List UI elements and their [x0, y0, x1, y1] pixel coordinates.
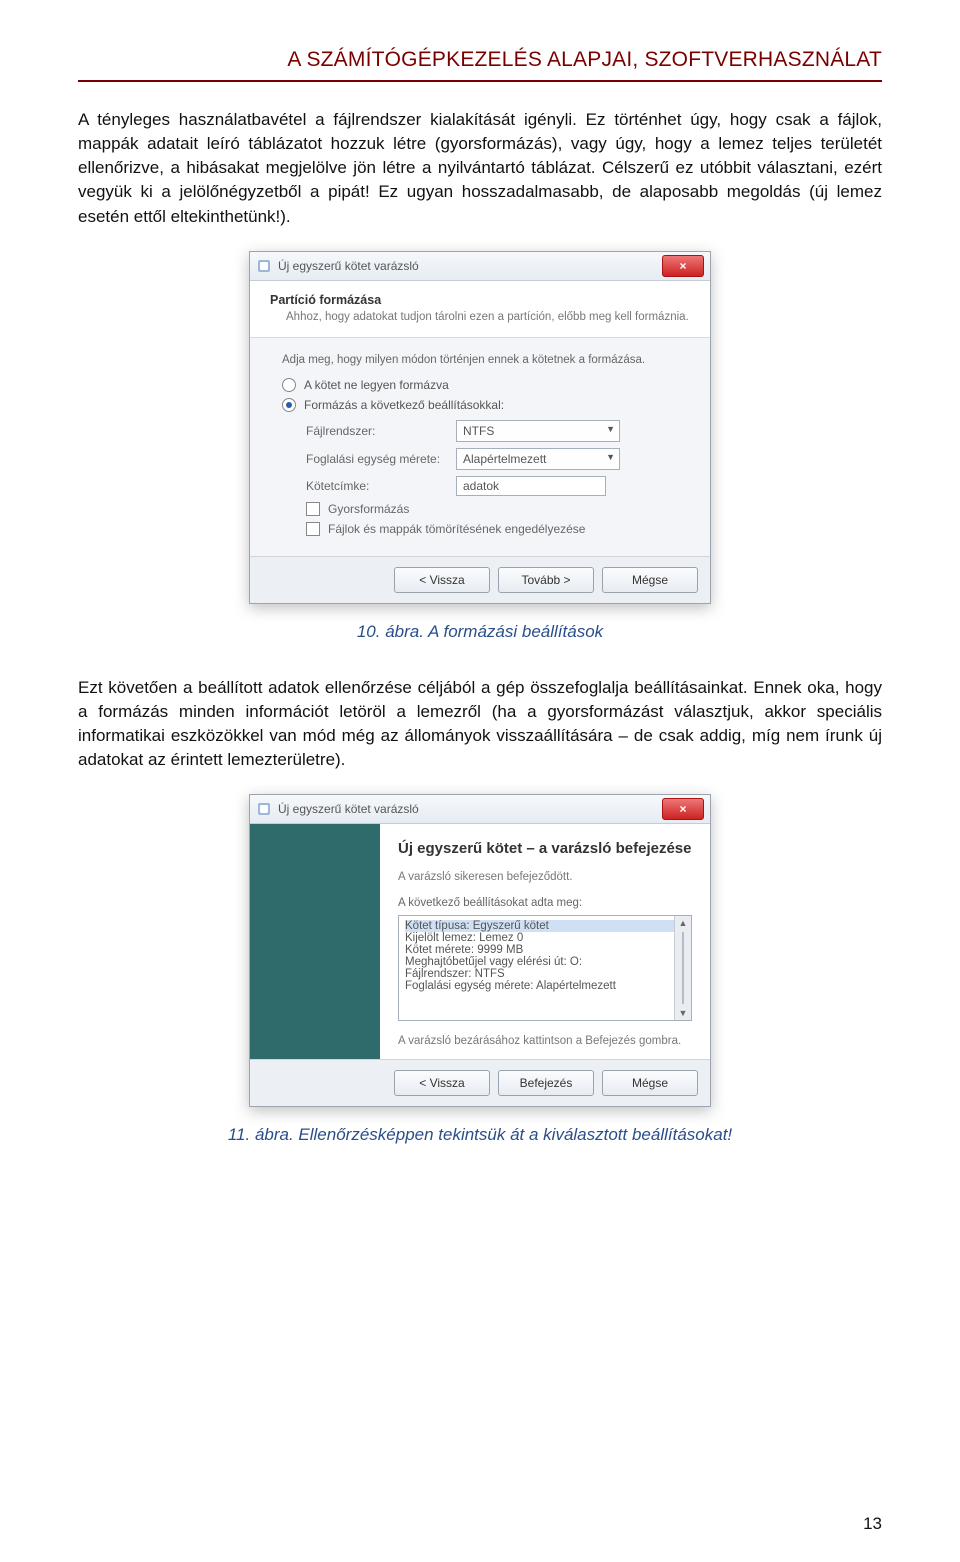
close-icon: ×	[679, 802, 686, 816]
scrollbar[interactable]: ▲ ▼	[674, 916, 691, 1020]
radio-icon-selected	[282, 398, 296, 412]
wizard-hint: A varázsló bezárásához kattintson a Befe…	[398, 1035, 692, 1047]
checkbox-label: Gyorsformázás	[328, 502, 409, 516]
wizard-done-msg: A varázsló sikeresen befejeződött.	[398, 871, 692, 883]
wizard-titlebar[interactable]: Új egyszerű kötet varázsló ×	[250, 252, 710, 281]
paragraph-1: A tényleges használatbavétel a fájlrends…	[78, 108, 882, 229]
wizard-side-banner	[250, 824, 380, 1059]
figure-1: Új egyszerű kötet varázsló × Partíció fo…	[78, 251, 882, 666]
checkbox-compress[interactable]: Fájlok és mappák tömörítésének engedélye…	[306, 522, 688, 536]
scrollbar-thumb[interactable]	[682, 932, 684, 1004]
close-button[interactable]: ×	[662, 255, 704, 277]
scroll-down-icon[interactable]: ▼	[675, 1006, 691, 1020]
input-volume-label[interactable]	[456, 476, 606, 496]
wizard-finish: Új egyszerű kötet varázsló × Új egyszerű…	[249, 794, 711, 1107]
figure-1-caption: 10. ábra. A formázási beállítások	[357, 622, 603, 642]
dropdown-filesystem[interactable]: NTFS ▼	[456, 420, 620, 442]
checkbox-icon	[306, 522, 320, 536]
page-header: A SZÁMÍTÓGÉPKEZELÉS ALAPJAI, SZOFTVERHAS…	[78, 48, 882, 72]
figure-2-caption: 11. ábra. Ellenőrzésképpen tekintsük át …	[228, 1125, 732, 1145]
radio-no-format[interactable]: A kötet ne legyen formázva	[282, 378, 688, 392]
radio-label: A kötet ne legyen formázva	[304, 378, 449, 392]
wizard-title: Új egyszerű kötet varázsló	[278, 259, 658, 273]
back-button[interactable]: < Vissza	[394, 1070, 490, 1096]
checkbox-label: Fájlok és mappák tömörítésének engedélye…	[328, 522, 585, 536]
figure-2: Új egyszerű kötet varázsló × Új egyszerű…	[78, 794, 882, 1169]
format-fields: Fájlrendszer: NTFS ▼ Foglalási egység mé…	[306, 420, 688, 496]
next-button[interactable]: Tovább >	[498, 567, 594, 593]
dropdown-allocation[interactable]: Alapértelmezett ▼	[456, 448, 620, 470]
header-rule	[78, 80, 882, 82]
wizard-format: Új egyszerű kötet varázsló × Partíció fo…	[249, 251, 711, 604]
cancel-button[interactable]: Mégse	[602, 1070, 698, 1096]
list-item: Foglalási egység mérete: Alapértelmezett	[405, 980, 685, 992]
back-button[interactable]: < Vissza	[394, 567, 490, 593]
wizard-heading: Partíció formázása	[270, 293, 694, 307]
radio-label: Formázás a következő beállításokkal:	[304, 398, 504, 412]
window-icon	[256, 801, 272, 817]
summary-label: A következő beállításokat adta meg:	[398, 897, 692, 909]
wizard-footer: < Vissza Tovább > Mégse	[250, 556, 710, 603]
wizard-heading: Új egyszerű kötet – a varázsló befejezés…	[398, 840, 692, 859]
list-item: Fájlrendszer: NTFS	[405, 968, 685, 980]
list-item: Kijelölt lemez: Lemez 0	[405, 932, 685, 944]
scroll-up-icon[interactable]: ▲	[675, 916, 691, 930]
close-icon: ×	[679, 259, 686, 273]
wizard-header: Partíció formázása Ahhoz, hogy adatokat …	[250, 281, 710, 338]
format-prompt: Adja meg, hogy milyen módon történjen en…	[282, 354, 688, 366]
wizard-title: Új egyszerű kötet varázsló	[278, 802, 658, 816]
list-item: Meghajtóbetűjel vagy elérési út: O:	[405, 956, 685, 968]
wizard-body: Új egyszerű kötet – a varázsló befejezés…	[380, 824, 710, 1059]
radio-format[interactable]: Formázás a következő beállításokkal:	[282, 398, 688, 412]
label-volume: Kötetcímke:	[306, 479, 456, 493]
summary-listbox[interactable]: Kötet típusa: Egyszerű kötet Kijelölt le…	[398, 915, 692, 1021]
window-icon	[256, 258, 272, 274]
wizard-body: Adja meg, hogy milyen módon történjen en…	[250, 338, 710, 556]
wizard-titlebar[interactable]: Új egyszerű kötet varázsló ×	[250, 795, 710, 824]
radio-icon	[282, 378, 296, 392]
close-button[interactable]: ×	[662, 798, 704, 820]
dropdown-value: Alapértelmezett	[463, 452, 546, 466]
finish-button[interactable]: Befejezés	[498, 1070, 594, 1096]
cancel-button[interactable]: Mégse	[602, 567, 698, 593]
list-item: Kötet mérete: 9999 MB	[405, 944, 685, 956]
wizard-footer: < Vissza Befejezés Mégse	[250, 1059, 710, 1106]
chevron-down-icon: ▼	[606, 424, 615, 434]
checkbox-quickformat[interactable]: Gyorsformázás	[306, 502, 688, 516]
label-filesystem: Fájlrendszer:	[306, 424, 456, 438]
paragraph-2: Ezt követően a beállított adatok ellenőr…	[78, 676, 882, 773]
dropdown-value: NTFS	[463, 424, 494, 438]
page-number: 13	[863, 1514, 882, 1534]
label-allocation: Foglalási egység mérete:	[306, 452, 456, 466]
list-item: Kötet típusa: Egyszerű kötet	[405, 920, 685, 932]
wizard-subheading: Ahhoz, hogy adatokat tudjon tárolni ezen…	[286, 311, 694, 323]
chevron-down-icon: ▼	[606, 452, 615, 462]
checkbox-icon	[306, 502, 320, 516]
